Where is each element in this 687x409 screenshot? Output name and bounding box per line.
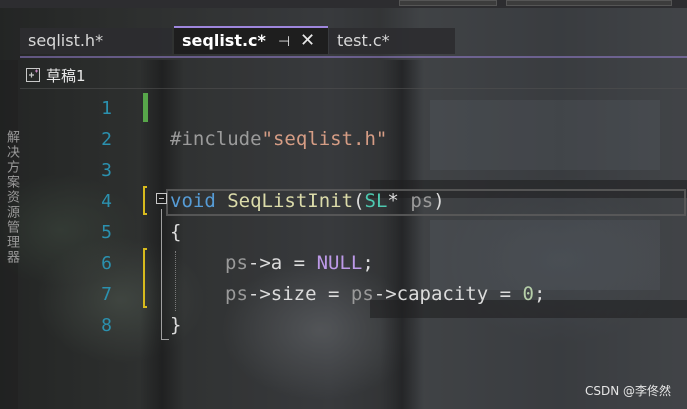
pointer-star: *	[387, 190, 399, 212]
parameter-name: ps	[410, 190, 434, 212]
code-text: ps->a = NULL;	[225, 248, 374, 279]
identifier-ps: ps	[225, 283, 248, 305]
code-line[interactable]: 3	[20, 155, 687, 186]
project-dropdown[interactable]: 草稿1	[26, 64, 86, 86]
line-number: 4	[101, 191, 112, 212]
arrow-operator: ->	[247, 252, 271, 274]
watermark: CSDN @李佟然	[584, 384, 671, 398]
assign-operator: =	[316, 283, 351, 305]
code-line[interactable]: 5 {	[20, 217, 687, 248]
assign-operator: =	[282, 252, 317, 274]
tab-underline	[20, 56, 687, 58]
macro-null: NULL	[316, 252, 363, 274]
code-text: ps->size = ps->capacity = 0;	[225, 279, 545, 310]
tab-label: seqlist.c*	[182, 31, 266, 50]
top-toolbar-strip	[0, 0, 687, 8]
code-text: void SeqListInit(SL* ps)	[170, 186, 445, 217]
paren-open: (	[353, 190, 365, 212]
tab-label: test.c*	[337, 31, 390, 50]
line-number: 2	[101, 129, 112, 150]
arrow-operator: ->	[373, 283, 397, 305]
line-number: 8	[101, 315, 112, 336]
code-text: }	[170, 310, 181, 341]
tab-seqlist-c[interactable]: seqlist.c* ⊣ ✕	[174, 26, 328, 54]
arrow-operator: ->	[247, 283, 271, 305]
field-name: a	[270, 252, 283, 274]
keyword-void: void	[170, 190, 216, 212]
tab-label: seqlist.h*	[28, 31, 104, 50]
semicolon: ;	[362, 252, 374, 274]
assign-operator: =	[488, 283, 523, 305]
field-name: size	[270, 283, 317, 305]
preprocessor-directive: #include	[170, 128, 262, 150]
solution-explorer-label[interactable]: 解决方案资源管理器	[2, 130, 21, 265]
solution-explorer-collapsed-panel[interactable]: 解决方案资源管理器	[0, 60, 21, 409]
line-number: 5	[101, 222, 112, 243]
code-text: {	[170, 217, 181, 248]
toolbar-box[interactable]	[399, 0, 497, 6]
navigation-bar-divider	[20, 88, 687, 89]
code-line[interactable]: 8 }	[20, 310, 687, 341]
code-line[interactable]: 7 ps->size = ps->capacity = 0;	[20, 279, 687, 310]
collapse-icon[interactable]	[156, 193, 167, 204]
line-number: 1	[101, 98, 112, 119]
close-icon[interactable]: ✕	[300, 28, 315, 54]
field-name: capacity	[396, 283, 489, 305]
line-number: 6	[101, 253, 112, 274]
line-number: 7	[101, 284, 112, 305]
include-filename: "seqlist.h"	[261, 128, 388, 150]
code-line[interactable]: 2 #include"seqlist.h"	[20, 124, 687, 155]
code-editor[interactable]: 1 2 #include"seqlist.h" 3 4 void SeqList…	[20, 91, 687, 409]
identifier-ps: ps	[350, 283, 374, 305]
code-text: #include"seqlist.h"	[170, 124, 387, 155]
paren-close: )	[433, 190, 445, 212]
type-name: SL	[364, 190, 388, 212]
project-icon	[26, 68, 40, 82]
code-line[interactable]: 6 ps->a = NULL;	[20, 248, 687, 279]
identifier-ps: ps	[225, 252, 248, 274]
document-tab-bar: seqlist.h* seqlist.c* ⊣ ✕ test.c*	[20, 24, 687, 58]
project-name: 草稿1	[46, 66, 86, 85]
brace-open: {	[170, 221, 182, 243]
brace-close: }	[170, 314, 182, 336]
code-line[interactable]: 1	[20, 93, 687, 124]
toolbar-box[interactable]	[506, 0, 672, 6]
pin-icon[interactable]: ⊣	[278, 29, 290, 55]
semicolon: ;	[533, 283, 546, 305]
number-literal: 0	[522, 283, 534, 305]
function-name: SeqListInit	[227, 190, 354, 212]
line-number: 3	[101, 160, 112, 181]
tab-test-c[interactable]: test.c*	[329, 28, 455, 54]
code-line[interactable]: 4 void SeqListInit(SL* ps)	[20, 186, 687, 217]
tab-seqlist-h[interactable]: seqlist.h*	[20, 28, 172, 54]
